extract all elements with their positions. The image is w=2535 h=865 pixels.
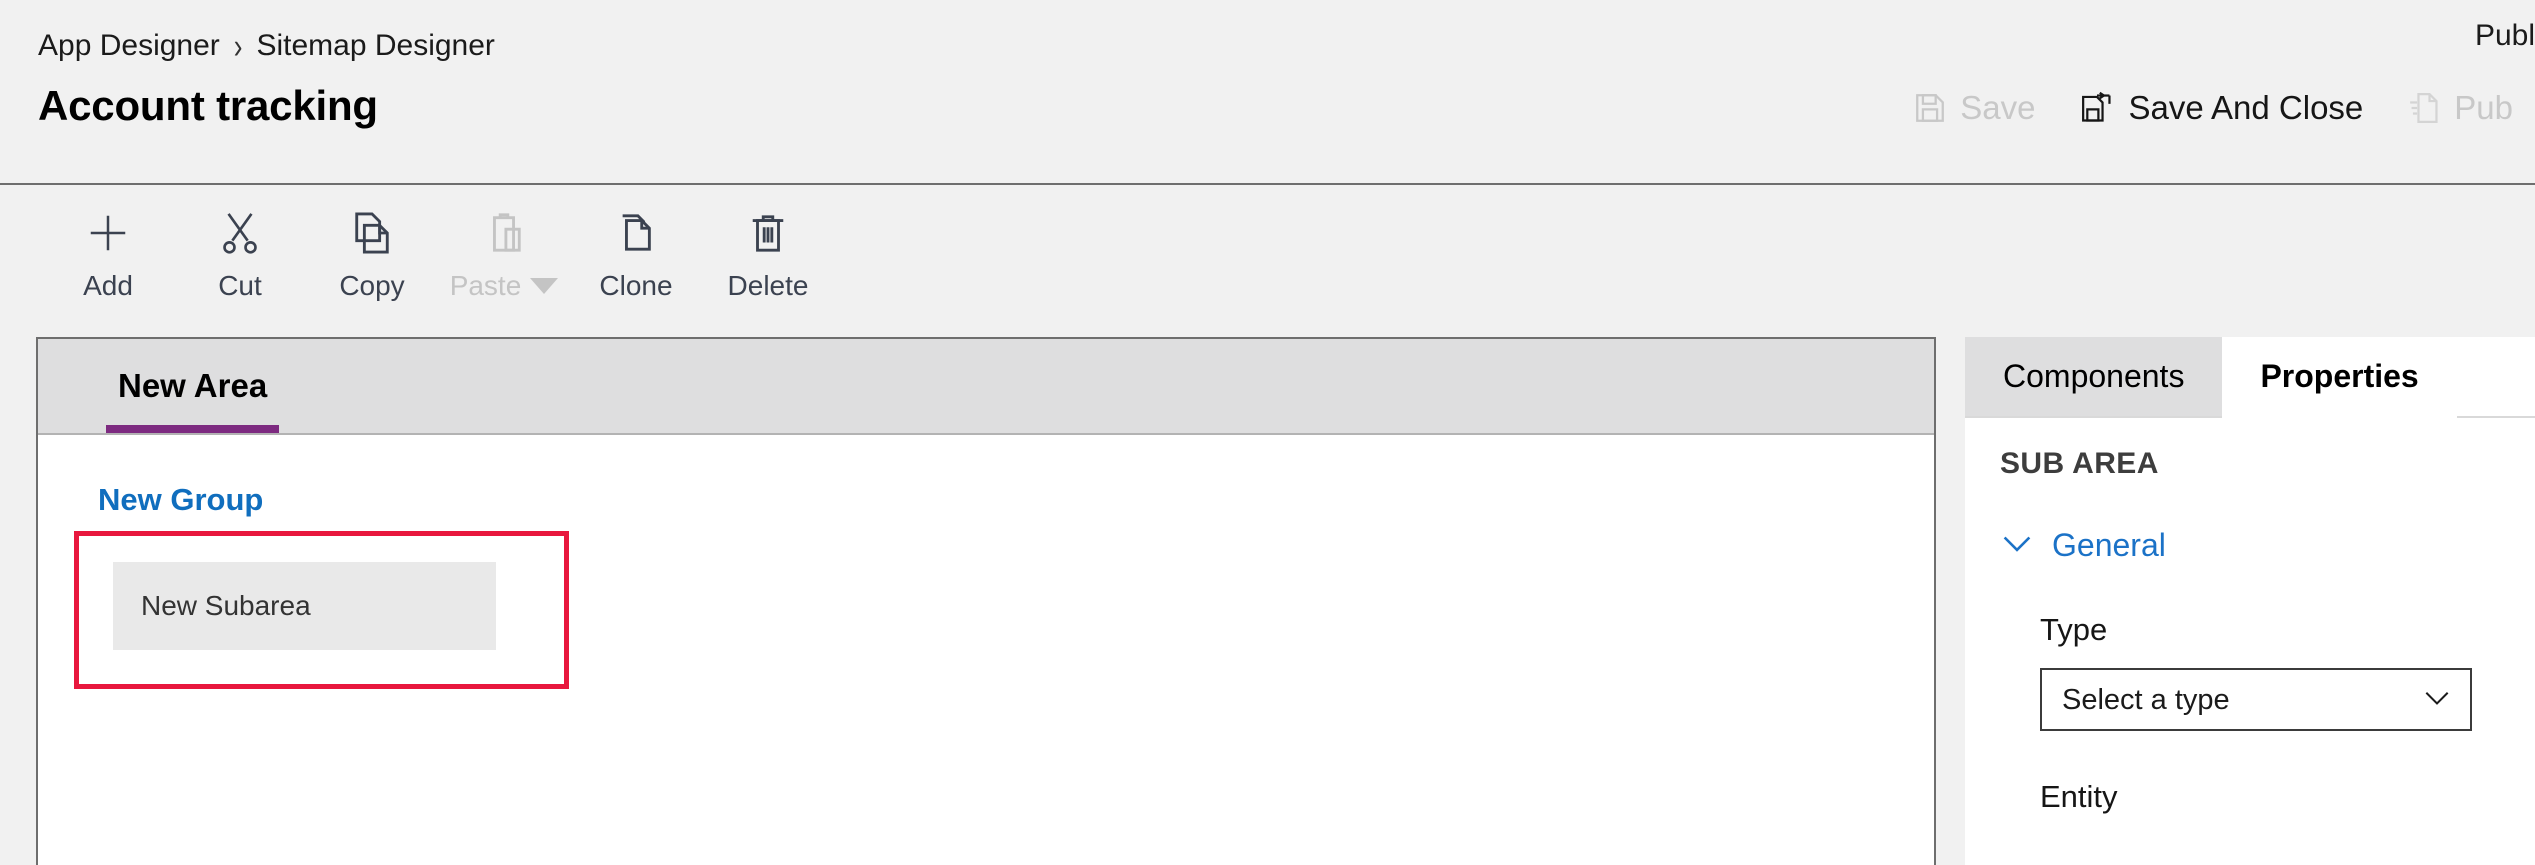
breadcrumb: App Designer › Sitemap Designer: [38, 26, 495, 67]
cut-button-label: Cut: [218, 270, 262, 301]
app-header: App Designer › Sitemap Designer Account …: [0, 0, 2535, 185]
panel-tabstrip: Components Properties: [1965, 337, 2535, 418]
paste-button-label: Paste: [450, 270, 559, 302]
area-tab-new-area[interactable]: New Area: [98, 339, 287, 433]
tab-components[interactable]: Components: [1965, 337, 2223, 416]
chevron-down-icon: [2000, 532, 2034, 559]
paste-button-text: Paste: [449, 270, 522, 301]
clone-button-label: Clone: [599, 270, 673, 301]
clone-button[interactable]: Clone: [570, 185, 702, 302]
publish-icon: [2407, 90, 2441, 126]
subarea-selection-outline: New Subarea: [74, 531, 569, 689]
paste-button[interactable]: Paste: [438, 185, 570, 302]
publish-button[interactable]: Pub: [2385, 78, 2535, 138]
field-label-type: Type: [2040, 612, 2108, 647]
delete-button[interactable]: Delete: [702, 185, 834, 302]
cut-button[interactable]: Cut: [174, 185, 306, 302]
page-title: Account tracking: [38, 82, 378, 129]
add-button-label: Add: [83, 270, 133, 301]
save-button[interactable]: Save: [1891, 78, 2057, 138]
copy-button-label: Copy: [339, 270, 405, 301]
type-select[interactable]: Select a type: [2040, 668, 2472, 731]
plus-icon: [85, 207, 131, 259]
clone-icon: [615, 207, 657, 259]
canvas-body: New Group New Subarea: [38, 435, 1934, 689]
publish-button-label: Pub: [2454, 89, 2513, 126]
properties-panel: Components Properties SUB AREA General T…: [1965, 337, 2535, 865]
trash-icon: [747, 207, 789, 259]
copy-icon: [351, 207, 393, 259]
tab-components-label: Components: [2003, 358, 2185, 394]
section-general-label: General: [2052, 527, 2166, 563]
section-general-header[interactable]: General: [2000, 526, 2535, 564]
scissors-icon: [219, 207, 261, 259]
chevron-down-icon: [2422, 688, 2452, 712]
subarea-new-subarea[interactable]: New Subarea: [113, 562, 496, 650]
save-and-close-button-label: Save And Close: [2128, 89, 2364, 126]
add-button[interactable]: Add: [42, 185, 174, 302]
field-label-entity: Entity: [2040, 779, 2118, 814]
subarea-label: New Subarea: [141, 590, 311, 621]
area-tab-label: New Area: [118, 367, 268, 404]
delete-button-label: Delete: [727, 270, 809, 301]
group-new-group[interactable]: New Group: [98, 481, 263, 519]
copy-button[interactable]: Copy: [306, 185, 438, 302]
clipboard-icon: [483, 207, 525, 259]
sitemap-canvas: New Area New Group New Subarea: [36, 337, 1936, 865]
type-select-value: Select a type: [2062, 683, 2230, 716]
breadcrumb-item-sitemap-designer[interactable]: Sitemap Designer: [256, 28, 494, 64]
tab-properties[interactable]: Properties: [2222, 337, 2457, 418]
editor-toolbar: Add Cut Copy Paste Clone Delete: [0, 185, 2535, 328]
breadcrumb-separator-icon: ›: [233, 25, 243, 67]
panel-heading: SUB AREA: [2000, 447, 2159, 480]
tab-properties-label: Properties: [2260, 358, 2419, 394]
chevron-down-icon[interactable]: [530, 278, 559, 294]
panel-body: SUB AREA General Type Select a type Enti…: [1965, 418, 2535, 815]
save-icon: [1913, 91, 1947, 125]
save-and-close-icon: [2079, 90, 2115, 126]
breadcrumb-item-app-designer[interactable]: App Designer: [38, 28, 220, 64]
save-and-close-button[interactable]: Save And Close: [2057, 78, 2385, 138]
save-button-label: Save: [1960, 89, 2036, 126]
area-tabstrip: New Area: [38, 339, 1934, 435]
command-bar: Save Save And Close Pub: [1891, 78, 2535, 138]
publish-overflow-label: Publ: [2474, 19, 2535, 52]
